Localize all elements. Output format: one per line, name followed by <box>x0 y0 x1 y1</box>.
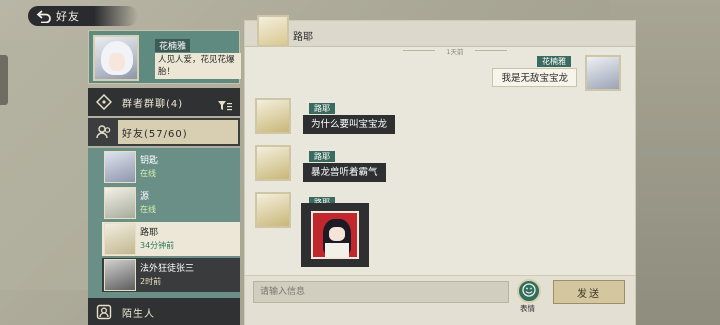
profile-name: 花楠雅 <box>155 39 191 52</box>
avatar[interactable] <box>93 35 139 81</box>
nav-friends-label: 好友(57/60) <box>122 129 188 140</box>
back-icon <box>36 9 52 23</box>
avatar[interactable] <box>255 98 291 134</box>
friend-list: 钥匙 在线 源 在线 路耶 34分钟前 法外狂徒张三 2时前 <box>88 148 240 298</box>
filter-icon[interactable] <box>218 96 232 115</box>
friend-item-yuan[interactable]: 源 在线 <box>102 186 240 220</box>
friend-status: 在线 <box>140 169 156 178</box>
friend-status: 34分钟前 <box>140 241 175 250</box>
send-button[interactable]: 发送 <box>553 280 625 304</box>
sticker-image <box>311 211 359 259</box>
nav-group-label: 群者群聊(4) <box>122 99 184 110</box>
nav-strangers-label: 陌生人 <box>122 309 155 320</box>
avatar <box>104 187 136 219</box>
avatar <box>104 223 136 255</box>
time-separator: 1天前 <box>395 46 515 56</box>
friend-item-yaoshi[interactable]: 钥匙 在线 <box>102 150 240 184</box>
page-header: 好友 <box>0 4 160 26</box>
message-sender: 路耶 <box>309 151 335 162</box>
emoji-button[interactable] <box>517 279 541 303</box>
profile-signature: 人见人爱，花见花爆胎！ <box>155 53 241 79</box>
message-bubble[interactable]: 我是无敌宝宝龙 <box>492 68 577 87</box>
friend-item-luye[interactable]: 路耶 34分钟前 <box>102 222 240 256</box>
dice-icon <box>95 93 113 111</box>
avatar[interactable] <box>255 145 291 181</box>
friend-item-zhangsan[interactable]: 法外狂徒张三 2时前 <box>102 258 240 292</box>
friend-name: 路耶 <box>140 228 159 238</box>
profile-card[interactable]: 花楠雅 人见人爱，花见花爆胎！ <box>88 30 241 84</box>
side-tab[interactable] <box>0 55 8 105</box>
avatar <box>104 151 136 183</box>
friend-status: 在线 <box>140 205 156 214</box>
avatar <box>104 259 136 291</box>
friend-name: 源 <box>140 192 150 202</box>
avatar[interactable] <box>585 55 621 91</box>
emoji-label: 表情 <box>520 304 535 313</box>
avatar[interactable] <box>255 192 291 228</box>
page-title: 好友 <box>56 10 80 23</box>
friend-name: 钥匙 <box>140 156 159 166</box>
message-sender: 花楠雅 <box>537 56 571 67</box>
nav-group-chats[interactable]: 群者群聊(4) <box>88 88 240 116</box>
chat-title: 路耶 <box>293 32 313 43</box>
input-bar: 表情 发送 <box>245 275 635 325</box>
back-button[interactable]: 好友 <box>28 6 138 26</box>
avatar[interactable] <box>257 15 289 47</box>
friend-name: 法外狂徒张三 <box>140 264 195 274</box>
message-bubble[interactable]: 暴龙兽听着霸气 <box>303 163 386 182</box>
sticker-message[interactable] <box>301 203 369 267</box>
chat-header: 路耶 <box>245 15 635 47</box>
message-input[interactable] <box>253 281 509 303</box>
friends-sidebar: 花楠雅 人见人爱，花见花爆胎！ 群者群聊(4) 好友(57/60) 钥匙 在线 … <box>88 30 242 325</box>
nav-friends[interactable]: 好友(57/60) <box>88 118 240 146</box>
nav-strangers[interactable]: 陌生人 <box>88 298 240 325</box>
friend-status: 2时前 <box>140 277 162 286</box>
friends-icon <box>96 124 112 140</box>
emoji-icon <box>522 282 536 301</box>
message-sender: 路耶 <box>309 103 335 114</box>
stranger-icon <box>96 304 112 320</box>
chat-panel: 路耶 1天前 花楠雅 我是无敌宝宝龙 路耶 为什么要叫宝宝龙 路耶 暴龙兽听着霸… <box>244 15 636 325</box>
message-bubble[interactable]: 为什么要叫宝宝龙 <box>303 115 396 134</box>
